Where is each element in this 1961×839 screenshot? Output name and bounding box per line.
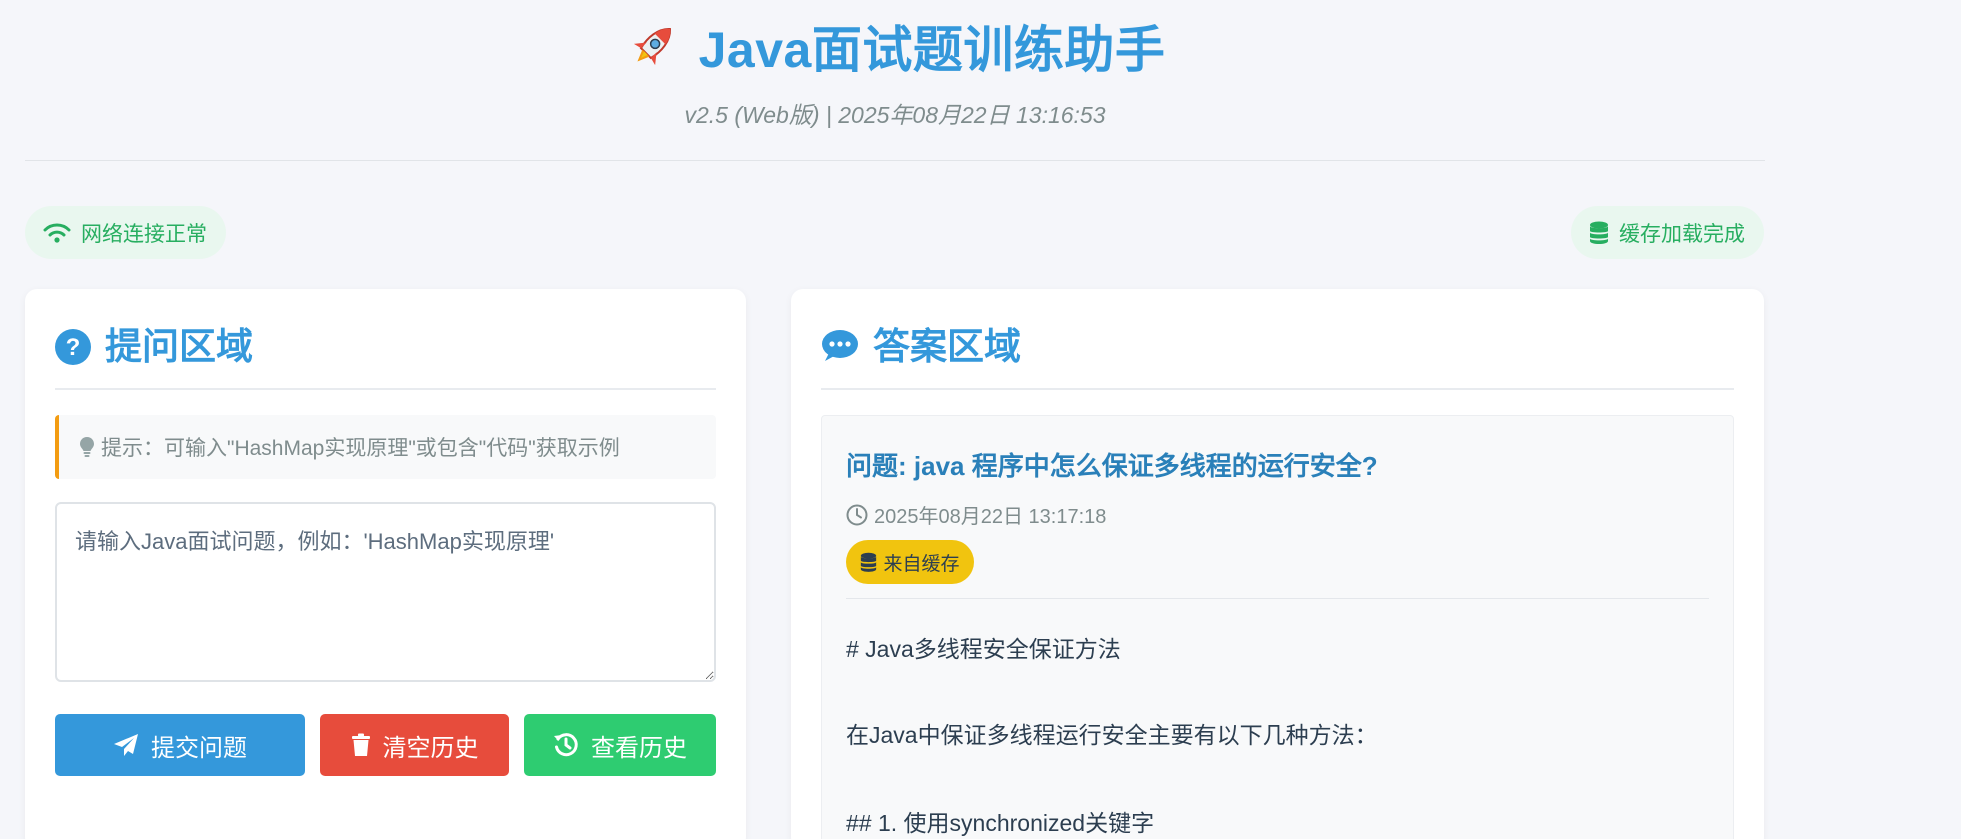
- clear-history-label: 清空历史: [382, 734, 479, 762]
- answer-content: 问题: java 程序中怎么保证多线程的运行安全? 2025年08月22日 13…: [821, 415, 1734, 839]
- clear-history-button[interactable]: 清空历史: [320, 714, 509, 776]
- network-status-text: 网络连接正常: [81, 222, 207, 246]
- answer-line: 在Java中保证多线程运行安全主要有以下几种方法：: [846, 722, 1378, 748]
- answer-panel-header: 答案区域: [821, 325, 1734, 390]
- answer-timestamp-text: 2025年08月22日 13:17:18: [874, 506, 1107, 528]
- version-subtitle: v2.5 (Web版) | 2025年08月22日 13:16:53: [684, 102, 1106, 128]
- answer-line: ## 1. 使用synchronized关键字: [846, 810, 1155, 836]
- database-icon: [861, 552, 877, 572]
- paper-plane-icon: [114, 734, 138, 756]
- question-circle-icon: ?: [55, 329, 91, 365]
- answer-panel: 答案区域 问题: java 程序中怎么保证多线程的运行安全? 2025年08月2…: [791, 289, 1764, 839]
- submit-question-label: 提交问题: [151, 734, 247, 762]
- app-title: Java面试题训练助手: [698, 22, 1166, 78]
- from-cache-badge-text: 来自缓存: [883, 553, 960, 575]
- input-tip-text: 提示：可输入"HashMap实现原理"或包含"代码"获取示例: [101, 437, 620, 460]
- cache-status-badge: 缓存加载完成: [1571, 206, 1764, 259]
- app-page: Java面试题训练助手 v2.5 (Web版) | 2025年08月22日 13…: [0, 0, 1961, 839]
- rocket-icon: [625, 18, 681, 74]
- answer-divider: [846, 598, 1709, 599]
- database-icon: [1590, 221, 1608, 244]
- submit-question-button[interactable]: 提交问题: [55, 714, 305, 776]
- clock-icon: [846, 504, 868, 525]
- view-history-button[interactable]: 查看历史: [524, 714, 716, 776]
- history-icon: [554, 733, 578, 757]
- view-history-label: 查看历史: [591, 734, 687, 762]
- lightbulb-icon: [80, 437, 94, 457]
- input-tip: 提示：可输入"HashMap实现原理"或包含"代码"获取示例: [55, 415, 716, 479]
- answer-line: # Java多线程安全保证方法: [846, 636, 1121, 662]
- cache-status-text: 缓存加载完成: [1619, 222, 1745, 246]
- page-header: Java面试题训练助手 v2.5 (Web版) | 2025年08月22日 13…: [25, 0, 1765, 161]
- comment-icon: [822, 330, 858, 361]
- answer-panel-title: 答案区域: [873, 326, 1021, 367]
- question-panel-title: 提问区域: [105, 326, 253, 367]
- trash-icon: [351, 733, 370, 756]
- answer-question-title: 问题: java 程序中怎么保证多线程的运行安全?: [846, 451, 1378, 481]
- title-row: Java面试题训练助手: [25, 10, 1765, 82]
- svg-text:?: ?: [66, 334, 81, 361]
- wifi-icon: [43, 223, 71, 243]
- from-cache-badge: 来自缓存: [846, 540, 974, 584]
- network-status-badge: 网络连接正常: [25, 206, 226, 259]
- question-panel-header: ? 提问区域: [55, 325, 716, 390]
- question-panel: ? 提问区域 提示：可输入"HashMap实现原理"或包含"代码"获取示例 提交…: [25, 289, 746, 839]
- question-input[interactable]: [55, 502, 716, 682]
- answer-timestamp: 2025年08月22日 13:17:18: [846, 500, 1106, 529]
